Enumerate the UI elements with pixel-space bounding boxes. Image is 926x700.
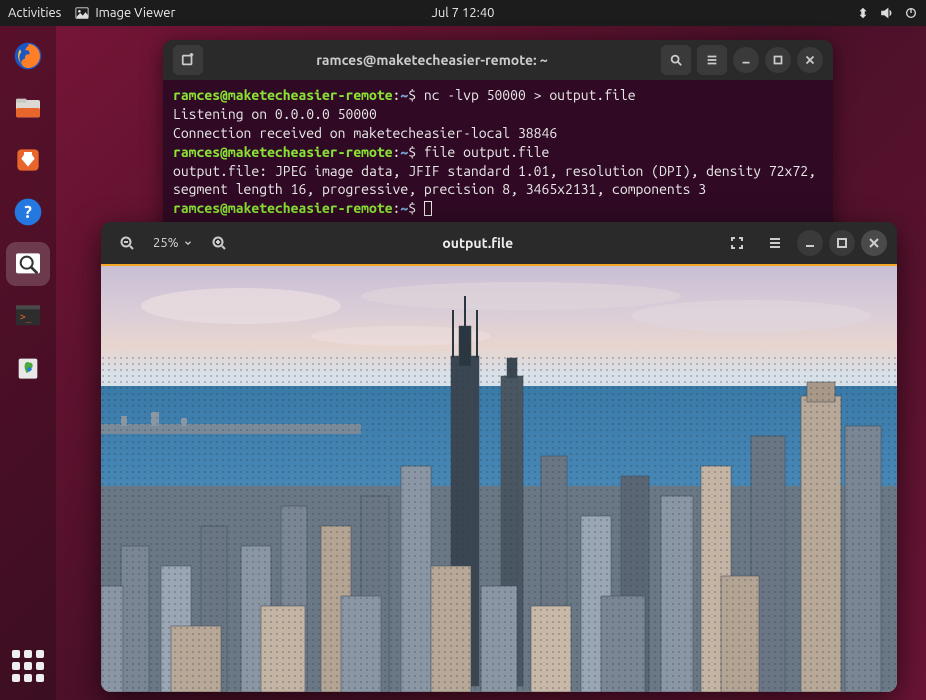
dock-help[interactable]: ? xyxy=(6,190,50,234)
minimize-icon xyxy=(802,235,818,251)
svg-text:>_: >_ xyxy=(20,312,32,323)
search-icon xyxy=(669,53,683,67)
dock-terminal[interactable]: >_ xyxy=(6,294,50,338)
dock-image-viewer[interactable] xyxy=(6,242,50,286)
viewer-hamburger-button[interactable] xyxy=(759,227,791,259)
close-button[interactable] xyxy=(797,47,823,73)
dock-trash[interactable] xyxy=(6,346,50,390)
zoom-out-button[interactable] xyxy=(111,227,143,259)
maximize-icon xyxy=(834,235,850,251)
maximize-button[interactable] xyxy=(765,47,791,73)
hamburger-icon xyxy=(705,53,719,67)
svg-text:?: ? xyxy=(24,203,32,222)
hamburger-menu-button[interactable] xyxy=(697,45,727,75)
volume-icon[interactable] xyxy=(880,6,894,20)
fullscreen-icon xyxy=(729,235,745,251)
top-bar: Activities Image Viewer Jul 7 12:40 xyxy=(0,0,926,26)
image-viewer-icon xyxy=(75,6,89,20)
viewer-maximize-button[interactable] xyxy=(829,230,855,256)
search-button[interactable] xyxy=(661,45,691,75)
minimize-icon xyxy=(739,53,753,67)
hamburger-icon xyxy=(767,235,783,251)
clock[interactable]: Jul 7 12:40 xyxy=(431,6,494,20)
zoom-in-icon xyxy=(211,235,227,251)
chevron-down-icon xyxy=(183,238,193,248)
maximize-icon xyxy=(771,53,785,67)
terminal-title: ramces@maketecheasier-remote: ~ xyxy=(209,52,655,68)
dock-firefox[interactable] xyxy=(6,34,50,78)
viewer-image-area[interactable] xyxy=(101,266,897,692)
cityscape-image xyxy=(101,266,897,692)
power-icon[interactable] xyxy=(904,6,918,20)
dock-software[interactable] xyxy=(6,138,50,182)
dock-files[interactable] xyxy=(6,86,50,130)
viewer-titlebar[interactable]: 25% output.file xyxy=(101,222,897,266)
minimize-button[interactable] xyxy=(733,47,759,73)
viewer-title: output.file xyxy=(241,235,715,251)
image-viewer-window: 25% output.file xyxy=(101,222,897,692)
cursor xyxy=(424,201,432,216)
network-icon[interactable] xyxy=(856,6,870,20)
dock-show-apps[interactable] xyxy=(6,644,50,688)
close-icon xyxy=(803,53,817,67)
app-indicator-label: Image Viewer xyxy=(95,6,175,20)
zoom-out-icon xyxy=(119,235,135,251)
activities-button[interactable]: Activities xyxy=(8,6,61,20)
viewer-minimize-button[interactable] xyxy=(797,230,823,256)
zoom-level-label: 25% xyxy=(153,236,179,250)
fullscreen-button[interactable] xyxy=(721,227,753,259)
zoom-in-button[interactable] xyxy=(203,227,235,259)
dock: ? >_ xyxy=(0,26,56,700)
zoom-level-dropdown[interactable]: 25% xyxy=(147,236,199,250)
new-tab-button[interactable] xyxy=(173,45,203,75)
viewer-close-button[interactable] xyxy=(861,230,887,256)
terminal-titlebar[interactable]: ramces@maketecheasier-remote: ~ xyxy=(163,40,833,80)
app-indicator[interactable]: Image Viewer xyxy=(75,6,175,20)
close-icon xyxy=(866,235,882,251)
